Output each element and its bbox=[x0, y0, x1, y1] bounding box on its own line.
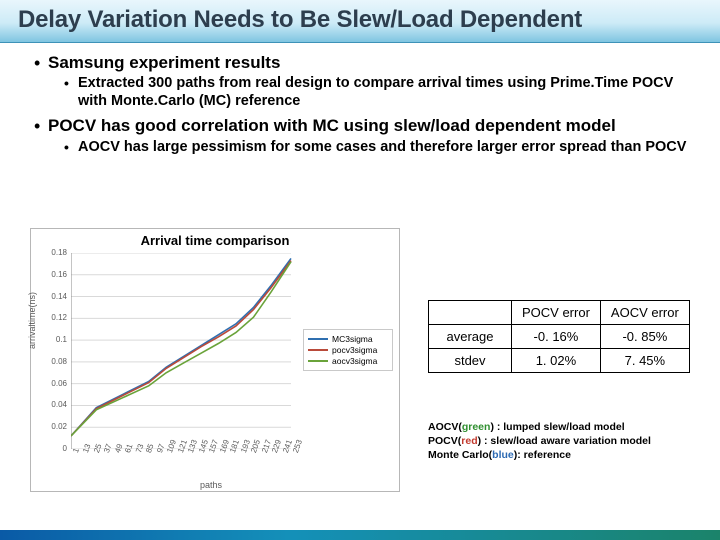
table-cell: -0. 16% bbox=[512, 325, 601, 349]
table-blank bbox=[429, 301, 512, 325]
chart-xlabel: paths bbox=[200, 480, 222, 490]
chart-caption: AOCV(green) : lumped slew/load model POC… bbox=[428, 420, 651, 463]
chart: Arrival time comparison arrivaltime(ns) … bbox=[30, 228, 400, 492]
table-row-label: average bbox=[429, 325, 512, 349]
bullet-1: Samsung experiment results bbox=[48, 53, 696, 73]
table-row-label: stdev bbox=[429, 349, 512, 373]
chart-ylabel: arrivaltime(ns) bbox=[27, 292, 37, 349]
footer-gradient bbox=[0, 530, 720, 540]
title-bar: Delay Variation Needs to Be Slew/Load De… bbox=[0, 0, 720, 43]
bullet-2-sub: AOCV has large pessimism for some cases … bbox=[64, 139, 696, 156]
error-table: POCV error AOCV error average -0. 16% -0… bbox=[428, 300, 690, 373]
table-row: stdev 1. 02% 7. 45% bbox=[429, 349, 690, 373]
table-row: average -0. 16% -0. 85% bbox=[429, 325, 690, 349]
table-head-aocv: AOCV error bbox=[600, 301, 689, 325]
slide: Delay Variation Needs to Be Slew/Load De… bbox=[0, 0, 720, 540]
lower-content: Arrival time comparison arrivaltime(ns) … bbox=[30, 228, 700, 528]
table-cell: 7. 45% bbox=[600, 349, 689, 373]
table-cell: 1. 02% bbox=[512, 349, 601, 373]
table-cell: -0. 85% bbox=[600, 325, 689, 349]
chart-legend: MC3sigmapocv3sigmaaocv3sigma bbox=[303, 329, 393, 371]
chart-title: Arrival time comparison bbox=[31, 233, 399, 248]
body-text: Samsung experiment results Extracted 300… bbox=[0, 43, 720, 156]
page-title: Delay Variation Needs to Be Slew/Load De… bbox=[18, 6, 702, 34]
bullet-1-sub: Extracted 300 paths from real design to … bbox=[64, 75, 696, 110]
table-head-pocv: POCV error bbox=[512, 301, 601, 325]
bullet-2: POCV has good correlation with MC using … bbox=[48, 116, 696, 136]
